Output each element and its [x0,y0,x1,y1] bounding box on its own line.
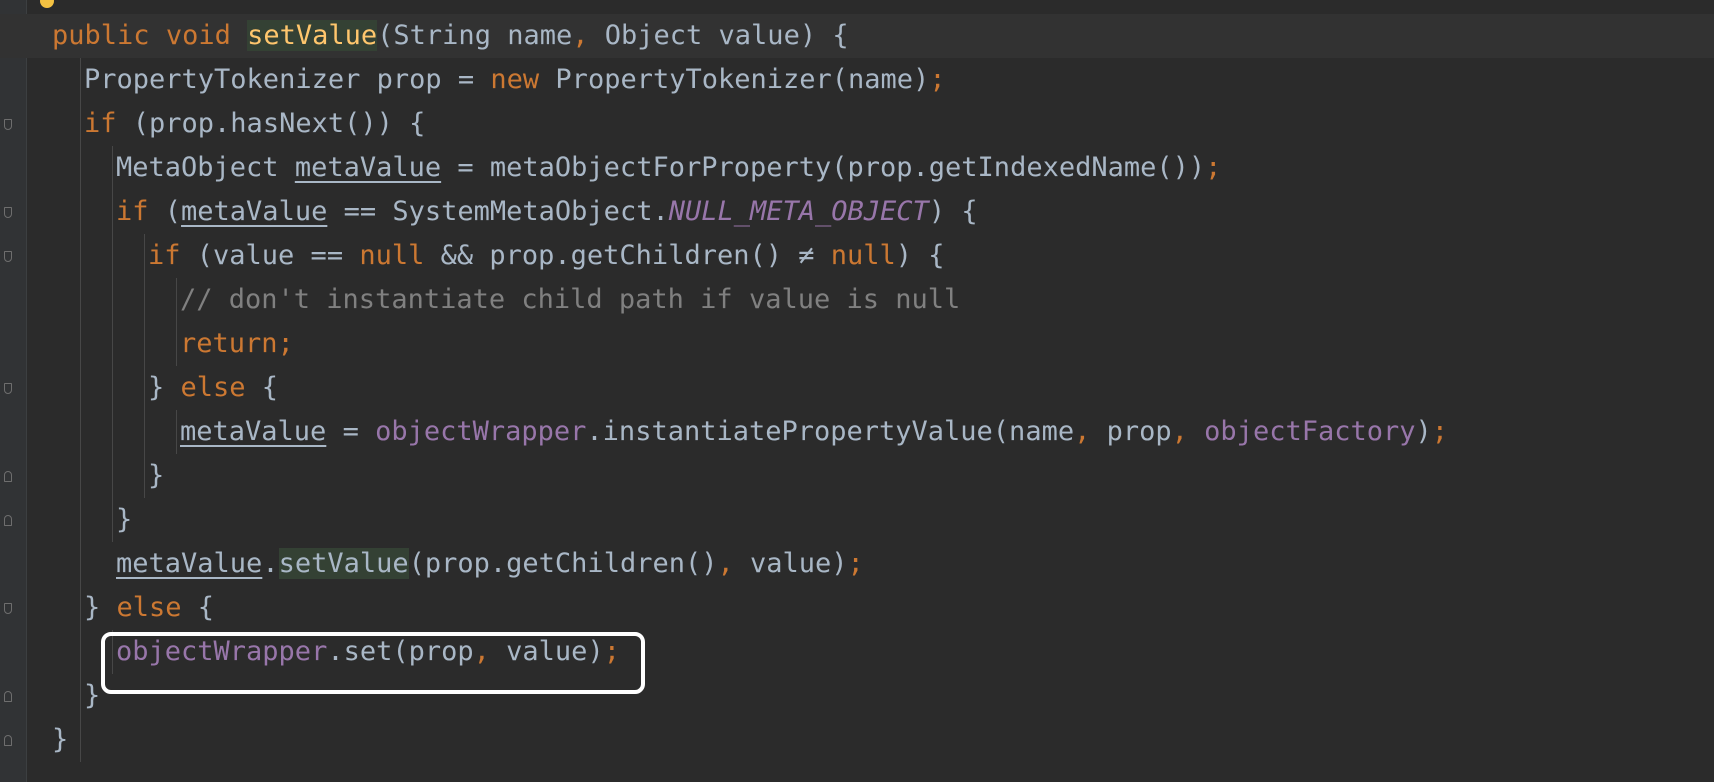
code-token: ) { [895,240,945,271]
code-token: ; [1205,152,1222,183]
code-token: ) { [928,196,978,227]
code-token: if [84,108,117,139]
code-token: == SystemMetaObject. [327,196,669,227]
code-token: ; [847,548,864,579]
code-token: , [572,20,589,51]
code-token: = [326,416,376,447]
code-line[interactable]: } [0,498,132,542]
code-line[interactable]: } [0,718,68,762]
code-token: (prop.hasNext()) { [116,108,426,139]
code-token: ) [1415,416,1432,447]
code-line[interactable]: MetaObject metaValue = metaObjectForProp… [0,146,1221,190]
code-line[interactable]: return; [0,322,294,366]
code-token: ( [148,196,182,227]
highlighted-statement-box [101,632,645,694]
code-token: return [180,328,278,359]
code-line[interactable]: if (metaValue == SystemMetaObject.NULL_M… [0,190,978,234]
code-token: } [84,680,101,711]
code-line[interactable]: metaValue = objectWrapper.instantiatePro… [0,410,1448,454]
code-line[interactable]: PropertyTokenizer prop = new PropertyTok… [0,58,946,102]
code-line[interactable]: if (value == null && prop.getChildren() … [0,234,945,278]
code-token: (prop.getChildren() [408,548,718,579]
code-token: objectWrapper [375,416,587,447]
code-line[interactable]: } else { [0,586,214,630]
code-token: } [148,460,165,491]
code-token: public [52,20,150,51]
code-token: null [359,240,425,271]
code-token: ; [929,64,946,95]
code-token: PropertyTokenizer(name) [539,64,930,95]
code-token: = metaObjectForProperty(prop.getIndexedN… [441,152,1206,183]
code-token: else [180,372,246,403]
code-token: objectFactory [1204,416,1416,447]
code-token: setValue [278,548,409,579]
code-line[interactable]: } [0,674,100,718]
code-token: ; [1431,416,1449,447]
code-token: && prop.getChildren() ≠ [424,240,831,271]
code-token: } [84,592,117,623]
code-token: metaValue [181,196,328,227]
code-token: ; [277,328,294,359]
code-token: metaValue [180,416,327,447]
code-token: if [148,240,181,271]
code-editor[interactable]: public void setValue(String name, Object… [0,0,1714,782]
code-token: metaValue [294,152,442,183]
code-line[interactable]: // don't instantiate child path if value… [0,278,960,322]
code-token: null [830,240,896,271]
code-token: setValue [247,20,378,51]
code-token: { [245,372,279,403]
code-token: void [165,20,231,51]
code-token: new [490,64,540,95]
code-token: . [262,548,279,579]
code-token: // don't instantiate child path if value… [180,284,961,315]
code-token: .instantiatePropertyValue(name [586,416,1075,447]
intention-bulb-icon[interactable] [40,0,54,8]
code-token: Object value) { [588,20,849,51]
code-line[interactable]: metaValue.setValue(prop.getChildren(), v… [0,542,864,586]
code-token: (String name [377,20,573,51]
code-token: } [52,724,69,755]
code-token: , [1171,416,1188,447]
code-token: } [148,372,181,403]
code-token: MetaObject [116,152,295,183]
code-line[interactable]: } else { [0,366,278,410]
code-token: if [116,196,149,227]
code-token: prop [1090,416,1172,447]
code-line[interactable]: if (prop.hasNext()) { [0,102,425,146]
code-token: , [1074,416,1091,447]
code-token: value) [733,548,848,579]
code-line[interactable]: public void setValue(String name, Object… [0,14,1714,58]
code-token: { [181,592,215,623]
code-token: metaValue [116,548,263,579]
code-token: (value == [180,240,360,271]
code-token: , [717,548,734,579]
code-token: NULL_META_OBJECT [668,196,929,227]
code-token: else [116,592,182,623]
code-line[interactable]: } [0,454,164,498]
code-token: PropertyTokenizer prop = [84,64,491,95]
code-token: } [116,504,133,535]
